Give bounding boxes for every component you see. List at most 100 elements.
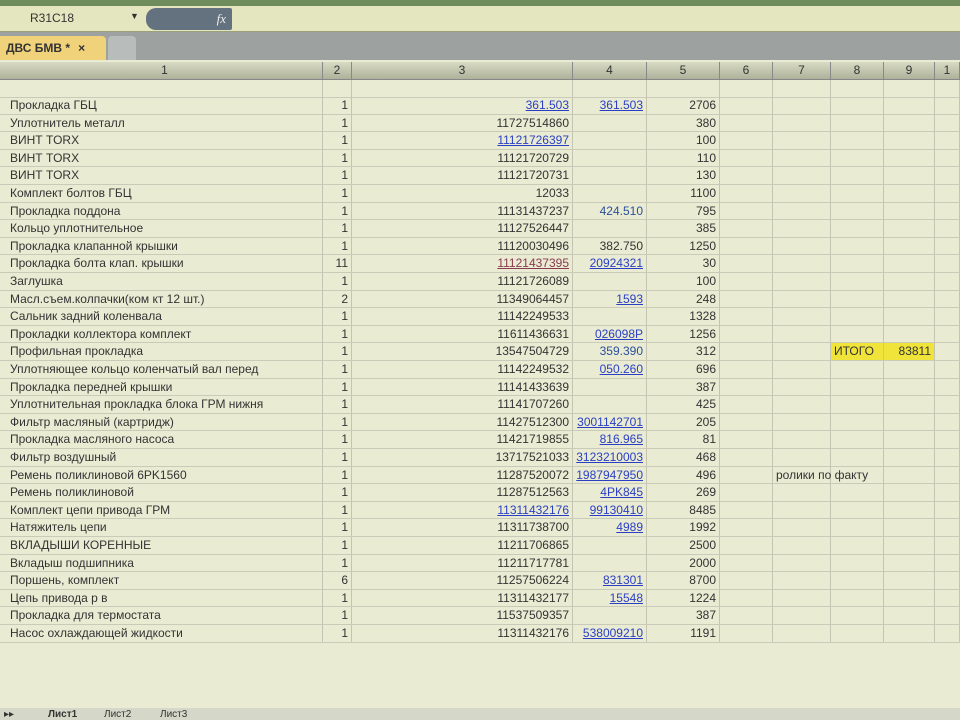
cell[interactable] xyxy=(831,537,884,554)
cell[interactable]: Комплект цепи привода ГРМ xyxy=(0,501,323,519)
cell[interactable] xyxy=(773,361,831,378)
cell[interactable] xyxy=(773,255,831,272)
cell[interactable]: 11421719855 xyxy=(352,431,573,448)
cell[interactable] xyxy=(720,378,773,396)
cell[interactable] xyxy=(0,80,323,97)
cell[interactable] xyxy=(573,273,647,290)
cell[interactable] xyxy=(935,589,960,607)
alt-part-number[interactable]: 3123210003 xyxy=(576,450,643,464)
cell[interactable]: 816.965 xyxy=(573,431,647,448)
cell[interactable] xyxy=(831,308,884,325)
cell[interactable] xyxy=(773,220,831,237)
cell[interactable]: ВИНТ TORX xyxy=(0,149,323,167)
cell[interactable] xyxy=(773,308,831,325)
cell[interactable] xyxy=(884,413,935,431)
cell[interactable]: 1191 xyxy=(647,625,720,642)
cell[interactable] xyxy=(773,378,831,396)
cell[interactable] xyxy=(935,132,960,149)
cell[interactable] xyxy=(831,220,884,237)
cell[interactable] xyxy=(831,431,884,448)
cell[interactable] xyxy=(884,237,935,255)
cell[interactable] xyxy=(935,361,960,378)
cell[interactable] xyxy=(884,554,935,572)
cell[interactable] xyxy=(935,572,960,589)
cell[interactable] xyxy=(573,607,647,624)
cell[interactable] xyxy=(884,589,935,607)
cell[interactable] xyxy=(573,185,647,202)
cell[interactable]: 11727514860 xyxy=(352,114,573,132)
cell[interactable] xyxy=(884,97,935,114)
alt-part-number[interactable]: 816.965 xyxy=(600,432,643,446)
cell[interactable]: 11121720731 xyxy=(352,167,573,184)
new-tab-button[interactable] xyxy=(108,36,136,60)
alt-part-number[interactable]: 4989 xyxy=(616,520,643,534)
name-box[interactable]: R31C18 xyxy=(30,11,74,25)
cell[interactable]: 110 xyxy=(647,149,720,167)
cell[interactable]: 11311432177 xyxy=(352,589,573,607)
cell[interactable]: 1 xyxy=(323,378,352,396)
cell[interactable] xyxy=(884,607,935,624)
cell[interactable]: 1 xyxy=(323,501,352,519)
cell[interactable]: 11121437395 xyxy=(352,255,573,272)
cell[interactable] xyxy=(573,308,647,325)
cell[interactable]: 11141707260 xyxy=(352,396,573,413)
cell[interactable]: Ремень поликлиновой 6PK1560 xyxy=(0,466,323,484)
cell[interactable]: 424.510 xyxy=(573,202,647,220)
column-header[interactable]: 4 xyxy=(573,62,647,79)
alt-part-number[interactable]: 20924321 xyxy=(590,256,643,270)
cell[interactable] xyxy=(831,572,884,589)
cell[interactable] xyxy=(720,255,773,272)
cell[interactable] xyxy=(773,132,831,149)
part-number[interactable]: 11121726397 xyxy=(497,133,569,147)
cell[interactable] xyxy=(831,290,884,308)
cell[interactable] xyxy=(720,308,773,325)
cell[interactable] xyxy=(720,501,773,519)
cell[interactable]: Ремень поликлиновой xyxy=(0,484,323,501)
cell[interactable] xyxy=(884,484,935,501)
cell[interactable] xyxy=(720,237,773,255)
cell[interactable]: 13717521033 xyxy=(352,449,573,466)
column-header[interactable]: 9 xyxy=(884,62,935,79)
cell[interactable] xyxy=(773,501,831,519)
column-header[interactable]: 6 xyxy=(720,62,773,79)
column-header[interactable]: 2 xyxy=(323,62,352,79)
cell[interactable]: 1 xyxy=(323,625,352,642)
cell[interactable]: 1 xyxy=(323,114,352,132)
cell[interactable] xyxy=(935,97,960,114)
cell[interactable]: Заглушка xyxy=(0,273,323,290)
cell[interactable] xyxy=(720,484,773,501)
cell[interactable] xyxy=(720,202,773,220)
cell[interactable] xyxy=(773,149,831,167)
column-header[interactable]: 7 xyxy=(773,62,831,79)
cell[interactable]: Уплотнительная прокладка блока ГРМ нижня xyxy=(0,396,323,413)
cell[interactable]: 6 xyxy=(323,572,352,589)
cell[interactable] xyxy=(884,572,935,589)
cell[interactable]: 11311738700 xyxy=(352,519,573,536)
cell[interactable] xyxy=(773,185,831,202)
cell[interactable]: 1 xyxy=(323,484,352,501)
cell[interactable] xyxy=(831,589,884,607)
part-number[interactable]: 11311432176 xyxy=(497,503,569,517)
cell[interactable] xyxy=(884,449,935,466)
cell[interactable]: 130 xyxy=(647,167,720,184)
cell[interactable] xyxy=(935,308,960,325)
cell[interactable]: 81 xyxy=(647,431,720,448)
cell[interactable]: 696 xyxy=(647,361,720,378)
cell[interactable]: 1 xyxy=(323,607,352,624)
cell[interactable]: 11311432176 xyxy=(352,625,573,642)
part-number[interactable]: 361.503 xyxy=(526,98,569,112)
cell[interactable]: ВИНТ TORX xyxy=(0,132,323,149)
cell[interactable]: 8700 xyxy=(647,572,720,589)
cell[interactable] xyxy=(720,97,773,114)
cell[interactable] xyxy=(935,413,960,431)
cell[interactable] xyxy=(935,501,960,519)
cell[interactable] xyxy=(720,607,773,624)
cell[interactable] xyxy=(352,80,573,97)
cell[interactable]: Фильтр воздушный xyxy=(0,449,323,466)
cell[interactable] xyxy=(831,378,884,396)
column-header[interactable]: 3 xyxy=(352,62,573,79)
tab-document[interactable]: ДВС БМВ * × xyxy=(0,36,106,60)
cell[interactable] xyxy=(935,607,960,624)
cell[interactable] xyxy=(884,501,935,519)
cell[interactable]: 468 xyxy=(647,449,720,466)
